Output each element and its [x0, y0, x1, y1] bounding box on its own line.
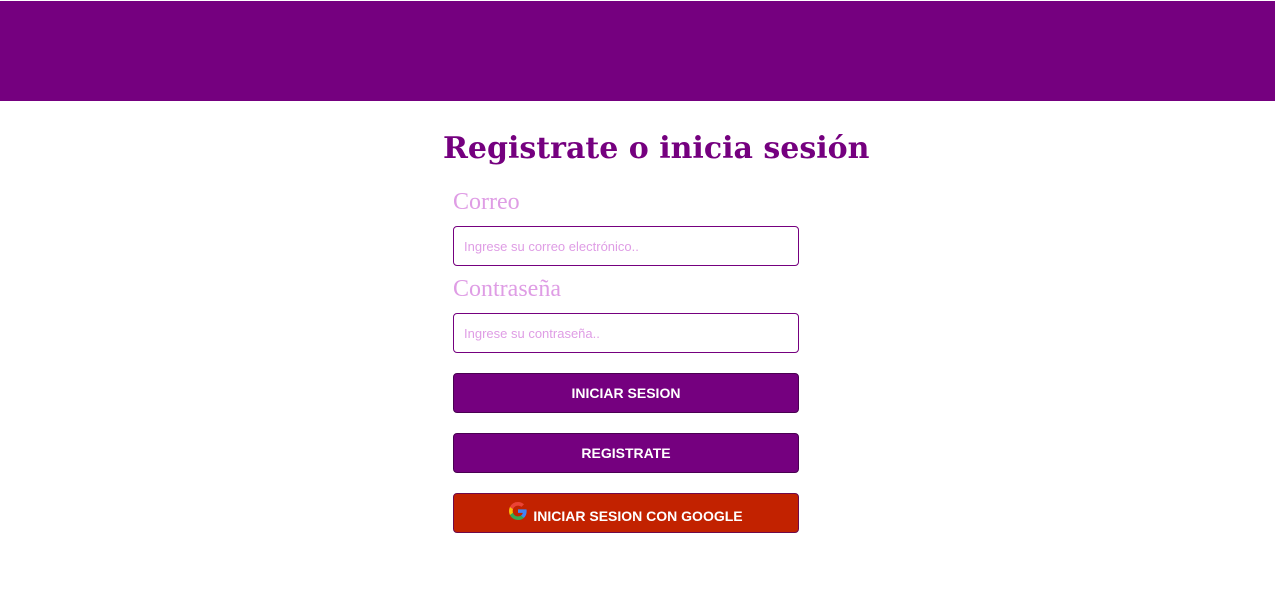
- register-button[interactable]: REGISTRATE: [453, 433, 799, 473]
- google-icon: [509, 501, 528, 520]
- password-field[interactable]: [453, 313, 799, 353]
- password-label: Contraseña: [453, 276, 561, 302]
- email-field[interactable]: [453, 226, 799, 266]
- register-button-label: REGISTRATE: [581, 445, 671, 461]
- google-login-button-label: INICIAR SESION CON GOOGLE: [533, 508, 743, 524]
- header-bar: [0, 1, 1275, 101]
- email-label: Correo: [453, 189, 520, 215]
- page-title: Registrate o inicia sesión: [443, 131, 870, 166]
- login-button[interactable]: INICIAR SESION: [453, 373, 799, 413]
- google-login-button[interactable]: INICIAR SESION CON GOOGLE: [453, 493, 799, 533]
- login-button-label: INICIAR SESION: [571, 385, 681, 401]
